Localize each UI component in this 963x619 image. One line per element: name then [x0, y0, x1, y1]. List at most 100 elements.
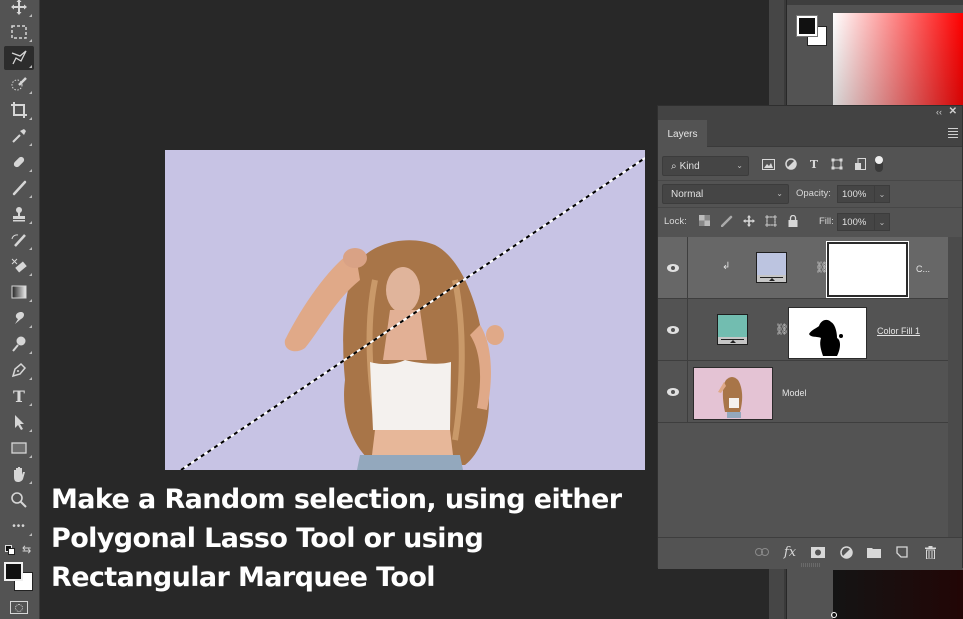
tab-layers[interactable]: Layers	[658, 120, 707, 148]
swap-colors-icon[interactable]: ⇆	[22, 543, 31, 556]
panel-menu-icon[interactable]	[948, 128, 958, 140]
layer-row-color-fill-2[interactable]: ↲ ⛓ C...	[658, 237, 948, 299]
polygonal-lasso-icon	[11, 50, 27, 65]
lock-position-icon[interactable]	[742, 214, 755, 227]
dodge-tool[interactable]	[4, 332, 34, 356]
visibility-toggle[interactable]	[658, 361, 688, 422]
color-picker-field-bottom[interactable]	[833, 570, 963, 619]
fill-dropdown-button[interactable]: ⌄	[874, 213, 890, 231]
adjustment-layer-filter-icon[interactable]	[783, 156, 799, 172]
blend-mode-dropdown[interactable]: Normal ⌄	[662, 184, 789, 204]
quick-mask-button[interactable]	[10, 601, 28, 614]
opacity-dropdown-button[interactable]: ⌄	[874, 185, 890, 203]
pen-tool[interactable]	[4, 358, 34, 382]
edit-toolbar-button[interactable]: •••	[4, 514, 34, 538]
filter-kind-dropdown[interactable]: ⌕ Kind ⌄	[662, 156, 749, 176]
color-picker-field[interactable]	[833, 13, 963, 105]
filter-toggle-switch[interactable]	[875, 156, 883, 172]
zoom-tool[interactable]	[4, 488, 34, 512]
shape-layer-filter-icon[interactable]	[829, 156, 845, 172]
link-chain-icon[interactable]: ⛓	[775, 323, 789, 336]
polygonal-lasso-tool[interactable]	[4, 46, 34, 70]
hand-tool[interactable]	[4, 462, 34, 486]
new-group-folder-icon[interactable]	[866, 544, 882, 560]
brush-icon	[12, 180, 27, 196]
color-panel-foreground-swatch[interactable]	[796, 15, 818, 37]
layer-mask-thumbnail[interactable]	[826, 241, 909, 298]
clone-stamp-tool[interactable]	[4, 202, 34, 226]
eraser-tool[interactable]	[4, 254, 34, 278]
white-top	[370, 360, 451, 430]
eyedropper-tool[interactable]	[4, 124, 34, 148]
color-picker-cursor[interactable]	[831, 612, 837, 618]
opacity-input[interactable]: 100%	[837, 185, 875, 203]
layer-row-color-fill-1[interactable]: ⛓ Color Fill 1	[658, 299, 948, 361]
layer-mask-thumbnail[interactable]	[788, 307, 867, 359]
smart-object-filter-icon[interactable]	[852, 156, 868, 172]
smudge-tool[interactable]	[4, 306, 34, 330]
layer-filter-row: ⌕ Kind ⌄ T	[658, 154, 962, 178]
tools-panel: T ••• ⇆	[0, 0, 40, 619]
rectangle-tool[interactable]	[4, 436, 34, 460]
delete-layer-trash-icon[interactable]	[922, 544, 938, 560]
type-tool[interactable]: T	[4, 384, 34, 408]
layer-style-fx-icon[interactable]: fx	[782, 544, 798, 560]
magnifier-icon	[11, 492, 27, 508]
blend-row: Normal ⌄ Opacity: 100% ⌄	[658, 183, 962, 205]
eye-icon	[666, 387, 679, 396]
lock-artboard-icon[interactable]	[764, 214, 777, 227]
visibility-toggle[interactable]	[658, 299, 688, 360]
type-layer-filter-icon[interactable]: T	[806, 156, 822, 172]
default-colors-button[interactable]	[5, 545, 15, 555]
rectangle-icon	[11, 442, 27, 454]
layer-thumbnail[interactable]	[693, 367, 773, 420]
clipping-mask-icon: ↲	[722, 261, 731, 272]
caption-line-3: Rectangular Marquee Tool	[51, 562, 436, 593]
gradient-icon	[11, 285, 27, 299]
visibility-toggle[interactable]	[658, 237, 688, 298]
silhouette-mask	[809, 319, 843, 356]
history-brush-tool[interactable]	[4, 228, 34, 252]
panel-resize-grip[interactable]	[801, 563, 821, 567]
new-layer-icon[interactable]	[894, 544, 910, 560]
layer-name[interactable]: C...	[916, 264, 930, 274]
lock-transparent-pixels-icon[interactable]	[698, 214, 711, 227]
lock-label: Lock:	[664, 216, 687, 227]
path-selection-tool[interactable]	[4, 410, 34, 434]
lock-all-icon[interactable]	[786, 214, 799, 227]
crop-icon	[11, 102, 27, 118]
new-adjustment-layer-icon[interactable]	[838, 544, 854, 560]
move-tool[interactable]	[4, 0, 34, 19]
pixel-layer-filter-icon[interactable]	[760, 156, 776, 172]
document-canvas[interactable]	[165, 150, 645, 470]
fill-color-thumbnail[interactable]	[717, 314, 748, 345]
fill-label: Fill:	[819, 216, 834, 227]
crop-tool[interactable]	[4, 98, 34, 122]
gradient-tool[interactable]	[4, 280, 34, 304]
eraser-icon	[11, 258, 27, 273]
fill-input[interactable]: 100%	[837, 213, 875, 231]
rectangular-marquee-tool[interactable]	[4, 20, 34, 44]
add-layer-mask-icon[interactable]	[810, 544, 826, 560]
foreground-color-swatch[interactable]	[4, 562, 23, 581]
layers-panel-tabs: Layers	[658, 120, 962, 148]
layer-name[interactable]: Color Fill 1	[877, 326, 920, 336]
link-layers-icon[interactable]	[754, 544, 770, 560]
collapse-panel-icon[interactable]: ‹‹	[936, 107, 942, 117]
layers-scrollbar[interactable]	[948, 237, 962, 537]
model-photo	[180, 157, 645, 470]
quick-selection-tool[interactable]	[4, 72, 34, 96]
eye-icon	[666, 325, 679, 334]
jeans	[357, 455, 463, 470]
eye-icon	[666, 263, 679, 272]
spot-healing-brush-tool[interactable]	[4, 150, 34, 174]
move-icon	[11, 0, 27, 15]
layer-row-model[interactable]: Model	[658, 361, 948, 423]
close-panel-icon[interactable]: ✕	[949, 106, 957, 117]
fill-color-thumbnail[interactable]	[756, 252, 787, 283]
lock-image-pixels-icon[interactable]	[720, 214, 733, 227]
layers-panel-header[interactable]: ‹‹ ✕	[658, 106, 962, 120]
brush-tool[interactable]	[4, 176, 34, 200]
caption-line-2: Polygonal Lasso Tool or using	[51, 523, 484, 554]
layer-name[interactable]: Model	[782, 388, 807, 398]
